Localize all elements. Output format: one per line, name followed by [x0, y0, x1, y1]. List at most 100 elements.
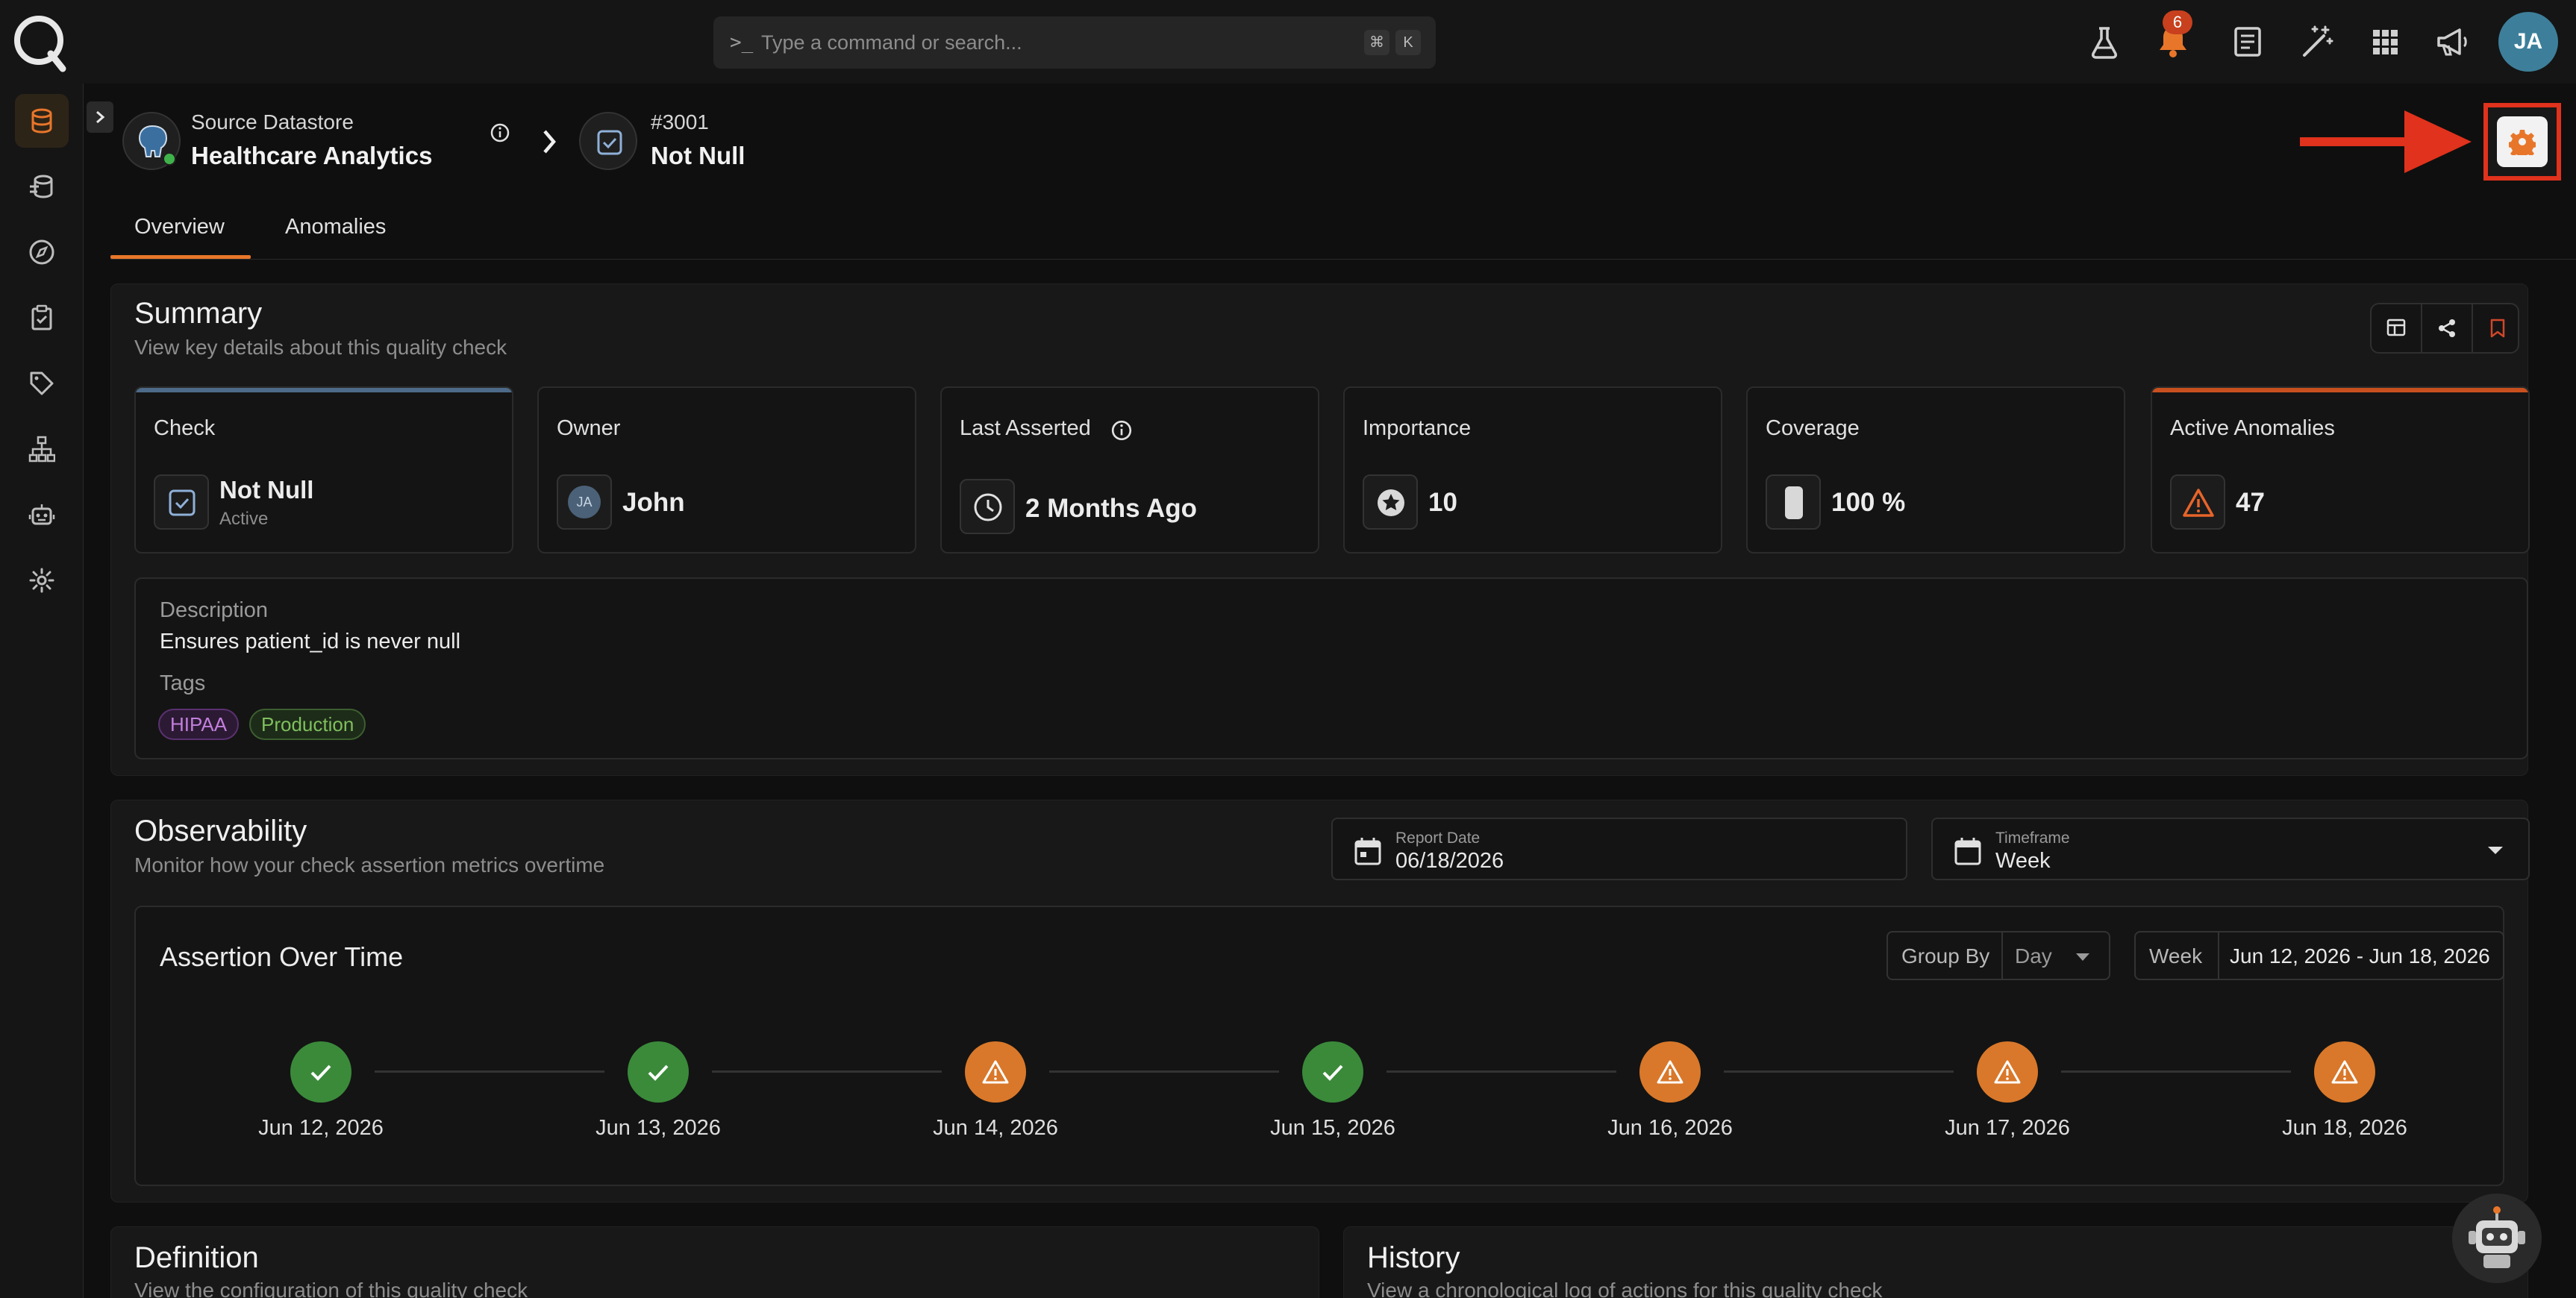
- warning-icon: [2331, 1060, 2358, 1084]
- tab-divider: [110, 259, 2576, 260]
- card-active-anomalies-value: 47: [2236, 488, 2265, 517]
- sidebar-item-flows[interactable]: [15, 160, 69, 213]
- summary-actions: [2370, 303, 2519, 354]
- week-range-label: Week: [2149, 944, 2203, 968]
- timeline-node-anomaly[interactable]: [2314, 1041, 2375, 1103]
- timeline-connector: [375, 1070, 604, 1073]
- star-icon: [1378, 489, 1404, 516]
- check-settings-button[interactable]: [2483, 103, 2561, 181]
- history-subtitle: View a chronological log of actions for …: [1367, 1279, 1883, 1298]
- app-logo-icon[interactable]: [10, 10, 70, 73]
- info-icon[interactable]: [490, 122, 510, 143]
- document-icon[interactable]: [2228, 22, 2267, 61]
- sidebar-item-datastores[interactable]: [15, 94, 69, 148]
- definition-title: Definition: [134, 1241, 259, 1274]
- sidebar-item-agents[interactable]: [15, 488, 69, 542]
- database-flow-icon: [30, 175, 53, 198]
- export-button[interactable]: [2372, 304, 2421, 352]
- command-search-placeholder: Type a command or search...: [761, 31, 1022, 54]
- card-last-asserted-value: 2 Months Ago: [1025, 494, 1198, 523]
- report-date-label: Report Date: [1395, 830, 1481, 847]
- magic-wand-icon[interactable]: [2297, 22, 2336, 61]
- shortcut-cmd-key: ⌘: [1364, 30, 1389, 55]
- calendar-icon: [1954, 838, 1981, 865]
- hierarchy-icon: [28, 436, 55, 463]
- history-title: History: [1367, 1241, 1460, 1274]
- breadcrumb-chevron-icon: [543, 130, 556, 154]
- gear-icon: [29, 568, 54, 593]
- megaphone-icon[interactable]: [2433, 22, 2472, 61]
- timeline-date: Jun 18, 2026: [2282, 1116, 2407, 1140]
- sidebar-item-explore[interactable]: [15, 225, 69, 279]
- postgres-datastore-icon: [122, 112, 181, 170]
- timeline-date: Jun 15, 2026: [1270, 1116, 1395, 1140]
- card-coverage-label: Coverage: [1766, 416, 1860, 440]
- checkmark-icon: [1322, 1065, 1343, 1081]
- sidebar-item-checks[interactable]: [15, 291, 69, 345]
- share-icon: [2439, 319, 2455, 337]
- timeline-connector: [1049, 1070, 1279, 1073]
- owner-avatar: JA: [568, 486, 601, 518]
- assistant-bot-button[interactable]: [2452, 1194, 2542, 1283]
- definition-subtitle: View the configuration of this quality c…: [134, 1279, 528, 1298]
- timeline-connector: [1387, 1070, 1616, 1073]
- tags-label: Tags: [160, 671, 206, 695]
- card-owner: Owner JA John: [537, 386, 916, 554]
- timeline-node-passed[interactable]: [1302, 1041, 1363, 1103]
- week-range-picker[interactable]: Week Jun 12, 2026 - Jun 18, 2026: [2134, 931, 2504, 980]
- share-button[interactable]: [2422, 304, 2472, 352]
- timeline-node-anomaly[interactable]: [1977, 1041, 2038, 1103]
- sidebar-item-tags[interactable]: [15, 357, 69, 410]
- tab-anomalies[interactable]: Anomalies: [285, 215, 386, 239]
- card-active-anomalies-label: Active Anomalies: [2170, 416, 2335, 440]
- notification-count-badge: 6: [2163, 10, 2192, 34]
- assertion-chart-title: Assertion Over Time: [160, 941, 404, 972]
- apps-grid-icon[interactable]: [2366, 22, 2404, 61]
- timeline-node-passed[interactable]: [628, 1041, 689, 1103]
- timeframe-select[interactable]: Timeframe Week: [1931, 818, 2530, 880]
- report-date-field[interactable]: Report Date 06/18/2026: [1331, 818, 1907, 880]
- checkmark-icon: [310, 1065, 331, 1081]
- checkbox-icon: [597, 130, 622, 155]
- datastore-name-link[interactable]: Healthcare Analytics: [191, 142, 432, 170]
- tag-hipaa[interactable]: HIPAA: [158, 709, 240, 740]
- chevron-right-icon: [96, 110, 105, 124]
- warning-icon: [1657, 1060, 1684, 1084]
- calendar-icon: [1354, 838, 1381, 865]
- group-by-select[interactable]: Group By Day: [1886, 931, 2110, 980]
- chevron-down-icon: [2076, 953, 2089, 961]
- timeline-node-passed[interactable]: [290, 1041, 351, 1103]
- card-importance-value: 10: [1428, 488, 1457, 517]
- summary-subtitle: View key details about this quality chec…: [134, 336, 507, 359]
- sidebar-item-settings[interactable]: [15, 554, 69, 607]
- sidebar-item-lineage[interactable]: [15, 422, 69, 476]
- chevron-down-icon: [2488, 847, 2503, 854]
- coverage-gauge-icon: [1785, 486, 1803, 519]
- card-owner-label: Owner: [557, 416, 621, 440]
- card-check-status: Active: [219, 509, 269, 529]
- info-icon[interactable]: [1110, 419, 1133, 442]
- card-owner-value: John: [622, 488, 685, 517]
- card-importance: Importance 10: [1343, 386, 1722, 554]
- timeline-node-anomaly[interactable]: [1639, 1041, 1701, 1103]
- flask-icon[interactable]: [2085, 22, 2124, 61]
- warning-icon: [2183, 489, 2214, 517]
- sidebar-expand-button[interactable]: [87, 101, 113, 133]
- tab-overview[interactable]: Overview: [134, 215, 225, 239]
- card-check-label: Check: [154, 416, 216, 440]
- check-number: #3001: [651, 110, 709, 134]
- timeline-date: Jun 14, 2026: [933, 1116, 1058, 1140]
- user-avatar[interactable]: JA: [2498, 12, 2558, 72]
- database-icon: [31, 108, 52, 134]
- timeline-node-anomaly[interactable]: [965, 1041, 1026, 1103]
- timeline-date: Jun 16, 2026: [1607, 1116, 1733, 1140]
- check-type-icon-circle: [579, 112, 637, 170]
- bookmark-button[interactable]: [2473, 304, 2522, 352]
- timeframe-label: Timeframe: [1995, 830, 2070, 847]
- annotation-arrow: [2300, 110, 2472, 173]
- tag-production[interactable]: Production: [249, 709, 366, 740]
- check-name-title: Not Null: [651, 142, 745, 169]
- command-search-bar[interactable]: >_ Type a command or search... ⌘ K: [713, 16, 1436, 69]
- week-range-value: Jun 12, 2026 - Jun 18, 2026: [2230, 944, 2490, 968]
- description-box: Description Ensures patient_id is never …: [134, 577, 2528, 759]
